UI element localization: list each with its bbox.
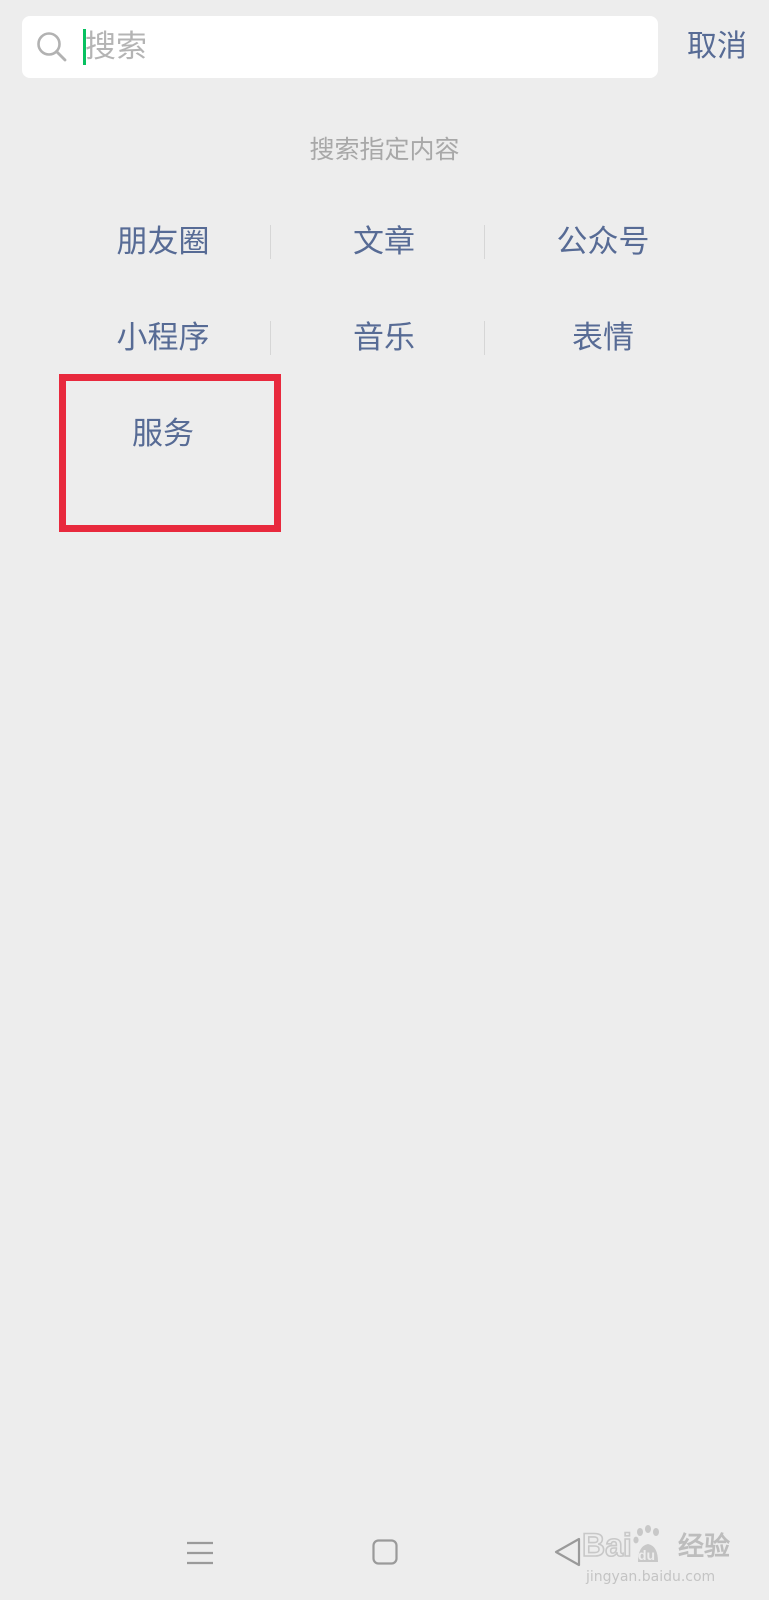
category-articles[interactable]: 文章 <box>275 222 493 262</box>
search-bar: 搜索 取消 <box>22 16 747 78</box>
divider <box>484 225 485 259</box>
baidu-logo-icon: Bai du <box>582 1525 659 1564</box>
section-title: 搜索指定内容 <box>309 135 460 164</box>
category-official-accounts[interactable]: 公众号 <box>494 222 712 262</box>
divider <box>270 321 271 355</box>
category-music[interactable]: 音乐 <box>275 318 493 358</box>
svg-text:Bai: Bai <box>582 1527 632 1563</box>
watermark-url: jingyan.baidu.com <box>586 1569 716 1585</box>
home-icon[interactable] <box>372 1538 398 1566</box>
search-placeholder: 搜索 <box>85 29 147 65</box>
search-icon <box>37 32 67 62</box>
divider <box>484 321 485 355</box>
search-input[interactable]: 搜索 <box>22 16 658 78</box>
category-moments[interactable]: 朋友圈 <box>54 222 272 262</box>
watermark-text: 经验 <box>678 1532 731 1562</box>
svg-text:du: du <box>638 1547 655 1563</box>
back-icon[interactable] <box>552 1536 582 1568</box>
divider <box>270 225 271 259</box>
highlight-box <box>59 374 281 532</box>
category-stickers[interactable]: 表情 <box>494 318 712 358</box>
watermark: Bai du 经验 jingyan.baidu.com <box>582 1520 752 1590</box>
category-mini-programs[interactable]: 小程序 <box>54 318 272 358</box>
screen: 搜索 取消 搜索指定内容 朋友圈 文章 公众号 小程序 音乐 表情 服务 Bai <box>0 0 769 1600</box>
menu-icon[interactable] <box>186 1540 214 1566</box>
cancel-button[interactable]: 取消 <box>687 27 747 67</box>
